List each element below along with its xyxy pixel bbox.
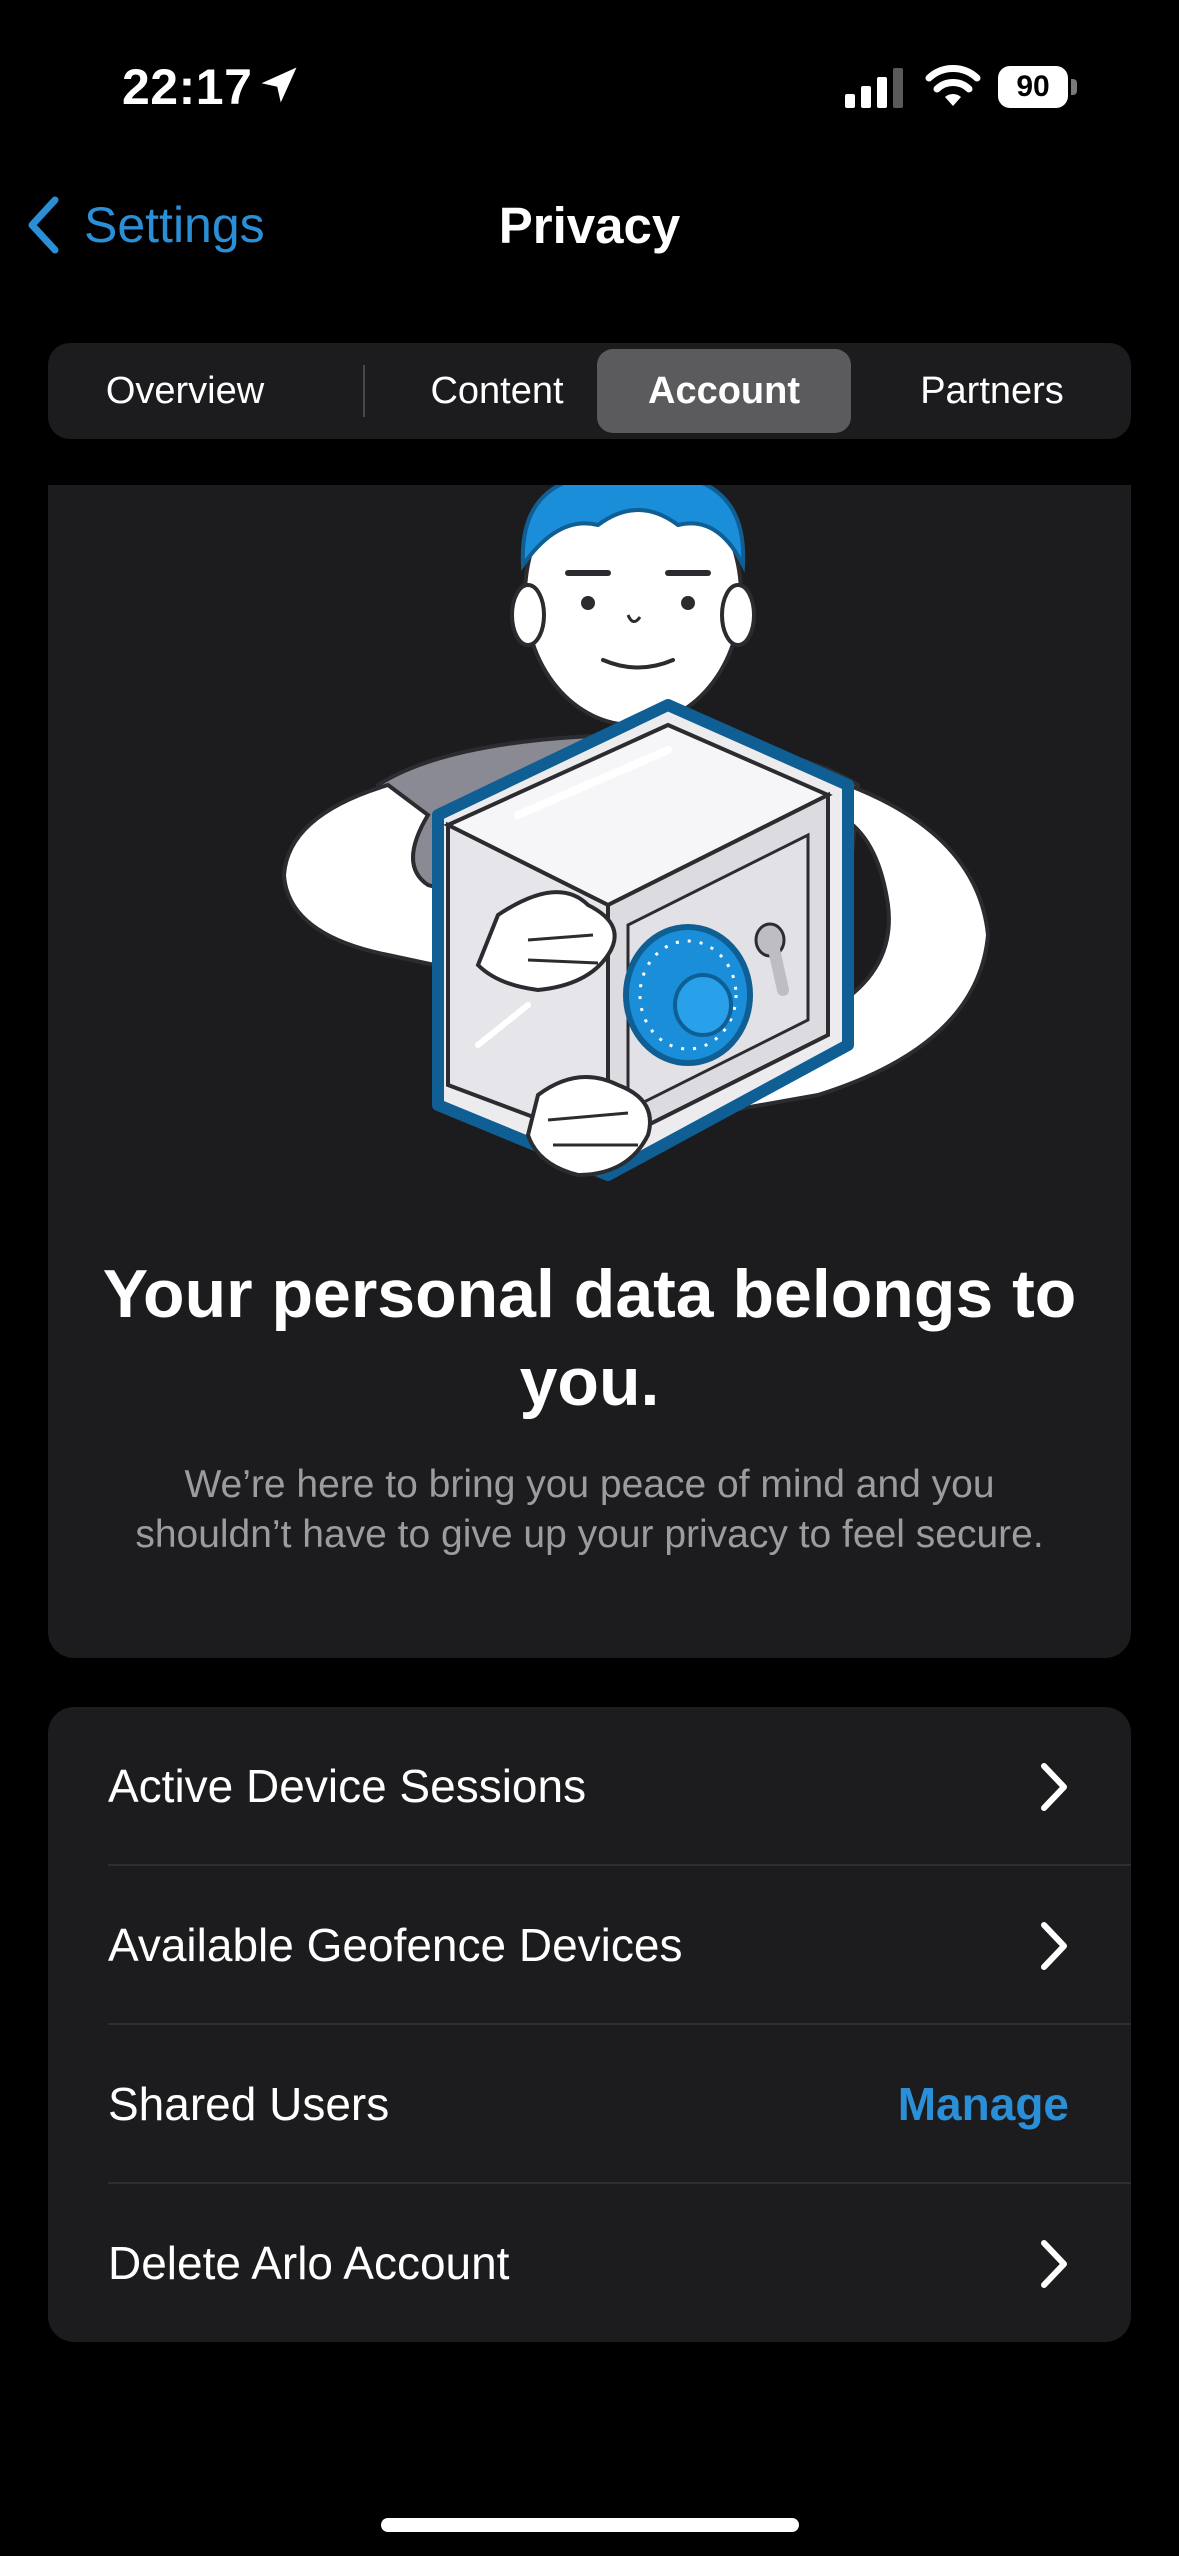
hero-card: Your personal data belongs to you. We’re… — [48, 485, 1131, 1658]
battery-level: 90 — [998, 66, 1068, 108]
location-arrow-icon — [261, 67, 297, 103]
tab-divider — [363, 365, 365, 417]
chevron-right-icon — [1041, 1763, 1067, 1811]
tab-overview[interactable]: Overview — [54, 349, 316, 433]
row-available-geofence-devices[interactable]: Available Geofence Devices — [108, 1866, 1131, 2024]
chevron-right-icon — [1041, 1922, 1067, 1970]
status-bar: 22:17 90 — [0, 0, 1179, 170]
tab-partners[interactable]: Partners — [858, 349, 1126, 433]
row-label: Delete Arlo Account — [108, 2237, 510, 2289]
row-shared-users: Shared Users Manage — [108, 2025, 1131, 2183]
row-delete-arlo-account[interactable]: Delete Arlo Account — [108, 2184, 1131, 2342]
tab-account[interactable]: Account — [597, 349, 851, 433]
status-time: 22:17 — [122, 59, 253, 115]
segmented-tabs: Overview Content Account Partners — [48, 343, 1131, 439]
account-settings-list: Active Device Sessions Available Geofenc… — [48, 1707, 1131, 2342]
home-indicator[interactable] — [381, 2518, 799, 2532]
wifi-icon — [925, 65, 981, 106]
tab-content[interactable]: Content — [366, 349, 628, 433]
chevron-right-icon — [1041, 2240, 1067, 2288]
cellular-signal-icon — [845, 68, 903, 108]
battery-icon: 90 — [998, 66, 1078, 108]
hero-subtitle: We’re here to bring you peace of mind an… — [135, 1463, 1044, 1556]
hero-title: Your personal data belongs to you. — [102, 1256, 1077, 1420]
person-hugging-safe-illustration — [281, 485, 991, 1181]
row-active-device-sessions[interactable]: Active Device Sessions — [108, 1707, 1131, 1865]
page-title: Privacy — [498, 197, 681, 254]
row-label: Available Geofence Devices — [108, 1919, 683, 1971]
manage-button[interactable]: Manage — [898, 2025, 1069, 2183]
battery-tip — [1071, 79, 1077, 95]
row-label: Active Device Sessions — [108, 1760, 587, 1812]
row-label: Shared Users — [108, 2078, 390, 2130]
